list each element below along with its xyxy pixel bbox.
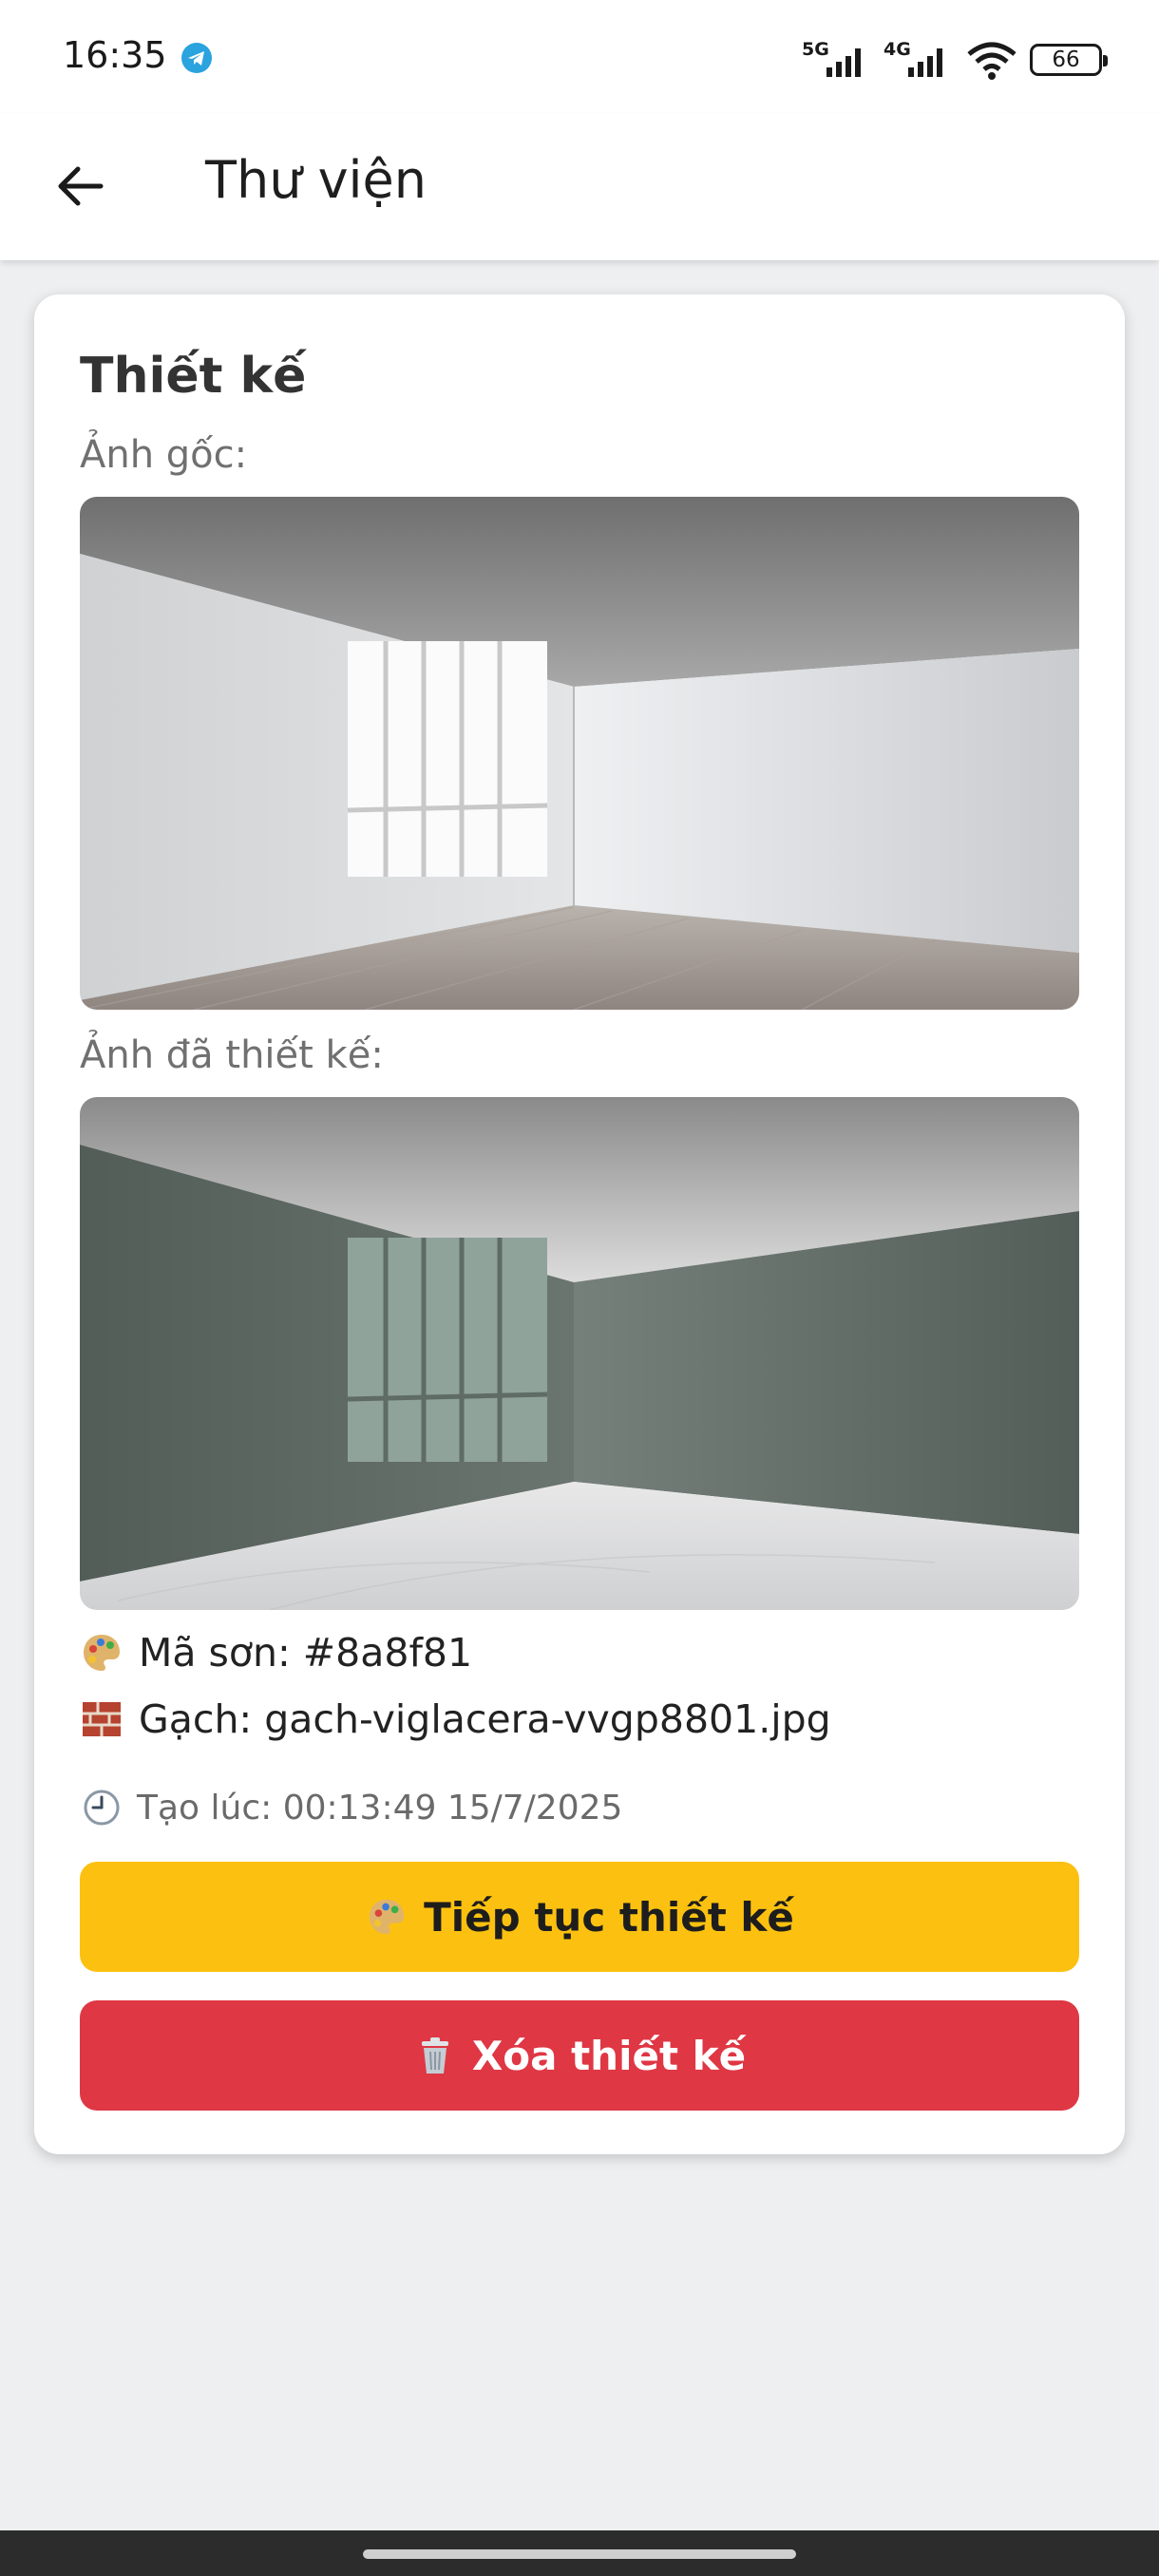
system-nav-bar bbox=[0, 2530, 1159, 2576]
status-icons: 5G 4G 66 bbox=[802, 36, 1108, 84]
palette-icon bbox=[80, 1631, 124, 1675]
trash-icon bbox=[413, 2034, 457, 2077]
designed-image-label: Ảnh đã thiết kế: bbox=[80, 1033, 384, 1077]
app-bar: Thư viện bbox=[0, 114, 1159, 260]
wifi-icon bbox=[967, 42, 1016, 80]
clock-icon bbox=[80, 1786, 124, 1829]
page-title: Thư viện bbox=[205, 150, 428, 210]
status-bar: 16:35 5G 4G 66 bbox=[0, 0, 1159, 114]
delete-design-button[interactable]: Xóa thiết kế bbox=[80, 2000, 1079, 2111]
status-time: 16:35 bbox=[63, 34, 167, 76]
tile-info: Gạch: gach-viglacera-vvgp8801.jpg bbox=[80, 1696, 831, 1742]
battery-icon: 66 bbox=[1030, 44, 1108, 76]
delete-design-label: Xóa thiết kế bbox=[471, 2032, 747, 2079]
card-title: Thiết kế bbox=[80, 348, 307, 405]
home-indicator[interactable] bbox=[363, 2549, 796, 2559]
battery-level: 66 bbox=[1052, 47, 1080, 72]
palette-icon bbox=[365, 1895, 408, 1939]
continue-design-button[interactable]: Tiếp tục thiết kế bbox=[80, 1862, 1079, 1972]
design-card: Thiết kế Ảnh gốc: Ảnh đã thiết kế: Mã sơ… bbox=[34, 294, 1125, 2154]
continue-design-label: Tiếp tục thiết kế bbox=[424, 1893, 794, 1941]
tile-text: Gạch: gach-viglacera-vvgp8801.jpg bbox=[139, 1696, 831, 1742]
original-image-label: Ảnh gốc: bbox=[80, 433, 248, 477]
telegram-icon bbox=[181, 43, 212, 73]
arrow-left-icon bbox=[58, 166, 104, 206]
back-button[interactable] bbox=[38, 144, 122, 228]
original-image[interactable] bbox=[80, 497, 1079, 1010]
brick-icon bbox=[80, 1697, 124, 1741]
created-time-info: Tạo lúc: 00:13:49 15/7/2025 bbox=[80, 1786, 622, 1829]
signal-5g-icon: 5G bbox=[802, 39, 872, 81]
created-time-text: Tạo lúc: 00:13:49 15/7/2025 bbox=[137, 1788, 623, 1828]
designed-image[interactable] bbox=[80, 1097, 1079, 1610]
paint-code-text: Mã sơn: #8a8f81 bbox=[139, 1630, 473, 1676]
signal-4g-icon: 4G bbox=[884, 39, 954, 81]
paint-code-info: Mã sơn: #8a8f81 bbox=[80, 1630, 472, 1676]
